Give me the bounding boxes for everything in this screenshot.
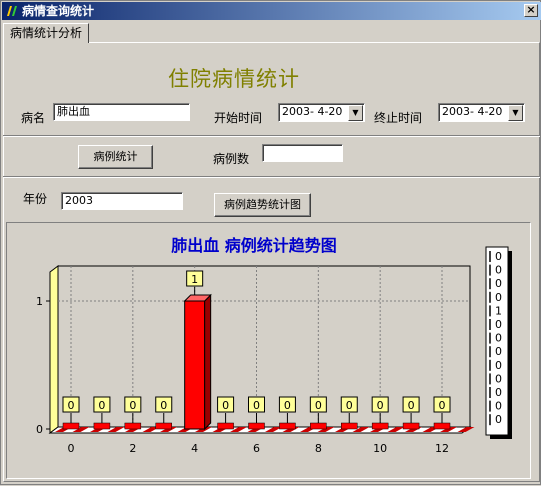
legend-entry: 0 bbox=[495, 264, 502, 277]
bar bbox=[62, 422, 80, 430]
legend-entry: 0 bbox=[495, 413, 502, 426]
data-label: 0 bbox=[315, 399, 322, 412]
legend-entry: 0 bbox=[495, 386, 502, 399]
trend-chart: 肺出血 病例统计趋势图010 2 4 6 8 10 120 0 0 010 0 0 0 0 0 0 000001… bbox=[36, 236, 512, 455]
data-label: 0 bbox=[98, 399, 105, 412]
bar bbox=[433, 422, 451, 430]
x-tick-label: 0 bbox=[68, 442, 75, 455]
data-label: 0 bbox=[160, 399, 167, 412]
legend-entry: 0 bbox=[495, 291, 502, 304]
data-label: 0 bbox=[222, 399, 229, 412]
bar bbox=[248, 422, 265, 430]
bar bbox=[184, 300, 206, 430]
x-tick-label: 6 bbox=[253, 442, 260, 455]
data-label: 0 bbox=[439, 399, 446, 412]
legend-entry: 0 bbox=[495, 359, 502, 372]
main-window: 病情查询统计 × 病情统计分析 住院病情统计 病名 肺出血 开始时间 2003-… bbox=[0, 0, 541, 485]
x-tick-label: 12 bbox=[435, 442, 449, 455]
y-tick-label: 1 bbox=[36, 295, 43, 308]
bar bbox=[341, 422, 358, 430]
bar bbox=[124, 422, 142, 430]
bar bbox=[279, 422, 296, 430]
y-axis-wall bbox=[49, 265, 59, 434]
data-label: 0 bbox=[253, 399, 260, 412]
data-label: 0 bbox=[346, 399, 353, 412]
x-tick-label: 4 bbox=[191, 442, 198, 455]
legend-entry: 0 bbox=[495, 345, 502, 358]
data-label: 0 bbox=[284, 399, 291, 412]
bar bbox=[371, 422, 389, 430]
legend-entry: 1 bbox=[495, 304, 502, 317]
bar bbox=[93, 422, 111, 430]
bar bbox=[155, 422, 172, 430]
legend-entry: 0 bbox=[495, 250, 502, 263]
bar bbox=[310, 422, 327, 430]
bar bbox=[402, 422, 420, 430]
x-tick-label: 10 bbox=[373, 442, 387, 455]
bar-side bbox=[204, 293, 212, 431]
bar bbox=[217, 422, 234, 430]
legend-entry: 0 bbox=[495, 318, 502, 331]
data-label: 1 bbox=[191, 273, 198, 286]
data-label: 0 bbox=[129, 399, 136, 412]
x-tick-label: 2 bbox=[129, 442, 136, 455]
x-tick-label: 8 bbox=[315, 442, 322, 455]
tab-disease-stats[interactable]: 病情统计分析 bbox=[3, 23, 90, 43]
legend-entry: 0 bbox=[495, 332, 502, 345]
data-label: 0 bbox=[68, 399, 75, 412]
legend-entry: 0 bbox=[495, 277, 502, 290]
data-label: 0 bbox=[377, 399, 384, 412]
data-label: 0 bbox=[408, 399, 415, 412]
chart-title: 肺出血 病例统计趋势图 bbox=[171, 236, 337, 255]
legend-entry: 0 bbox=[495, 400, 502, 413]
legend-entry: 0 bbox=[495, 372, 502, 385]
y-tick-label: 0 bbox=[36, 423, 43, 436]
